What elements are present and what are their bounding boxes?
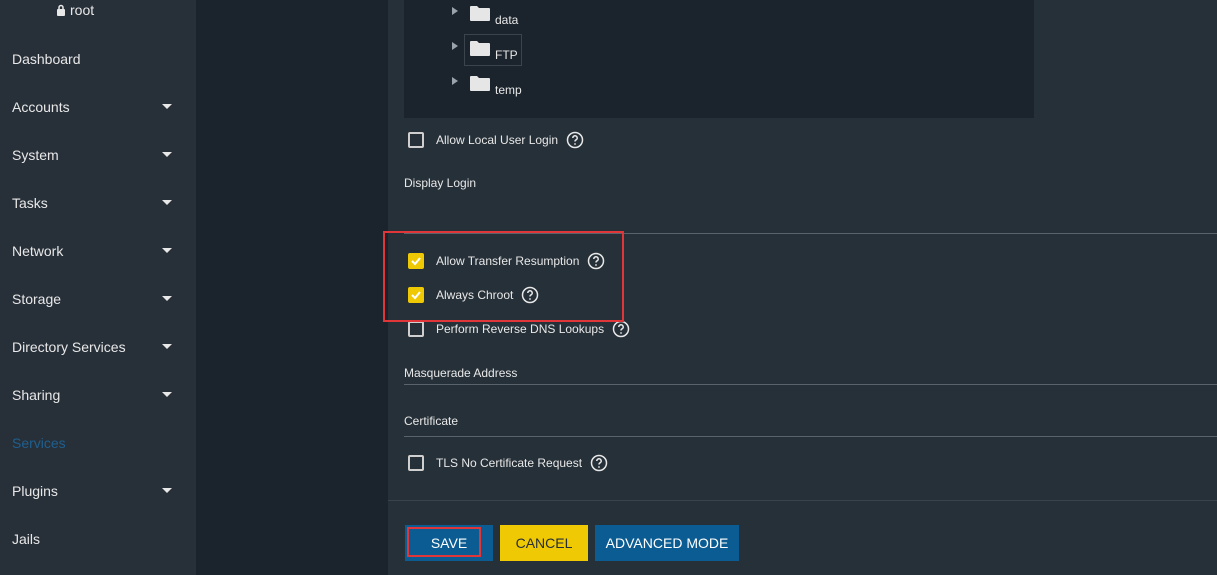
help-icon[interactable] — [612, 320, 630, 338]
expand-arrow-icon[interactable] — [452, 7, 458, 15]
chevron-down-icon — [162, 200, 172, 205]
perform-reverse-dns-checkbox[interactable] — [408, 321, 424, 337]
cancel-button[interactable]: CANCEL — [500, 525, 588, 561]
sidebar-item-label: Tasks — [12, 195, 48, 211]
chevron-down-icon — [162, 392, 172, 397]
help-icon[interactable] — [590, 454, 608, 472]
folder-icon — [470, 41, 490, 56]
sidebar-item-directory-services[interactable]: Directory Services — [0, 323, 196, 371]
chevron-down-icon — [162, 248, 172, 253]
sidebar-item-plugins[interactable]: Plugins — [0, 467, 196, 515]
checkbox-label: Perform Reverse DNS Lookups — [436, 322, 605, 336]
sidebar-item-label: Accounts — [12, 99, 70, 115]
check-icon — [411, 291, 421, 300]
allow-local-user-login-checkbox[interactable] — [408, 132, 424, 148]
sidebar-item-label: Sharing — [12, 387, 61, 403]
directory-tree: data FTP temp — [404, 0, 1034, 118]
expand-arrow-icon[interactable] — [452, 77, 458, 85]
always-chroot-checkbox[interactable] — [408, 287, 424, 303]
sidebar-item-label: System — [12, 147, 59, 163]
sidebar-item-tasks[interactable]: Tasks — [0, 179, 196, 227]
display-login-textarea[interactable] — [404, 233, 1217, 234]
chevron-down-icon — [162, 104, 172, 109]
folder-icon — [470, 76, 490, 91]
sidebar-item-dashboard[interactable]: Dashboard — [0, 35, 196, 83]
sidebar-item-sharing[interactable]: Sharing — [0, 371, 196, 419]
tls-no-cert-request-checkbox[interactable] — [408, 455, 424, 471]
always-chroot-field: Always Chroot — [408, 286, 539, 304]
sidebar-item-label: Storage — [12, 291, 62, 307]
certificate-label: Certificate — [404, 414, 459, 428]
sidebar-item-label: Services — [12, 435, 66, 451]
sidebar-item-label: Directory Services — [12, 339, 126, 355]
allow-transfer-resumption-checkbox[interactable] — [408, 253, 424, 269]
checkbox-label: Allow Local User Login — [436, 133, 559, 147]
chevron-down-icon — [162, 296, 172, 301]
display-login-label: Display Login — [404, 176, 477, 190]
tls-no-cert-request-field: TLS No Certificate Request — [408, 454, 608, 472]
sidebar-item-network[interactable]: Network — [0, 227, 196, 275]
user-indicator[interactable]: root — [56, 2, 94, 18]
tree-node-label: FTP — [495, 48, 518, 62]
ftp-settings-panel: data FTP temp Allow Local User Login Dis… — [388, 0, 1217, 575]
allow-local-user-login-field: Allow Local User Login — [408, 131, 584, 149]
sidebar-item-jails[interactable]: Jails — [0, 515, 196, 563]
perform-reverse-dns-field: Perform Reverse DNS Lookups — [408, 320, 630, 338]
save-button[interactable]: SAVE — [405, 525, 493, 561]
checkbox-label: Always Chroot — [436, 288, 514, 302]
help-icon[interactable] — [587, 252, 605, 270]
masquerade-address-label: Masquerade Address — [404, 366, 518, 380]
sidebar-item-system[interactable]: System — [0, 131, 196, 179]
masquerade-address-input[interactable] — [404, 384, 1217, 385]
sidebar-item-label: Dashboard — [12, 51, 81, 67]
checkbox-label: TLS No Certificate Request — [436, 456, 583, 470]
sidebar: root Dashboard Accounts System Tasks Net… — [0, 0, 196, 575]
allow-transfer-resumption-field: Allow Transfer Resumption — [408, 252, 605, 270]
sidebar-item-accounts[interactable]: Accounts — [0, 83, 196, 131]
chevron-down-icon — [162, 152, 172, 157]
help-icon[interactable] — [566, 131, 584, 149]
user-name: root — [70, 2, 95, 18]
sidebar-item-storage[interactable]: Storage — [0, 275, 196, 323]
checkbox-label: Allow Transfer Resumption — [436, 254, 580, 268]
tree-node-label: temp — [495, 83, 522, 97]
advanced-mode-button[interactable]: ADVANCED MODE — [595, 525, 739, 561]
sidebar-item-services[interactable]: Services — [0, 419, 196, 467]
expand-arrow-icon[interactable] — [452, 42, 458, 50]
chevron-down-icon — [162, 344, 172, 349]
content-gutter — [196, 0, 388, 575]
sidebar-item-label: Network — [12, 243, 64, 259]
sidebar-item-label: Jails — [12, 531, 41, 547]
tree-node-label: data — [495, 13, 519, 27]
lock-icon — [57, 4, 65, 16]
help-icon[interactable] — [521, 286, 539, 304]
certificate-select[interactable] — [404, 436, 1217, 437]
chevron-down-icon — [162, 488, 172, 493]
check-icon — [411, 257, 421, 266]
sidebar-item-label: Plugins — [12, 483, 58, 499]
folder-icon — [470, 6, 490, 21]
